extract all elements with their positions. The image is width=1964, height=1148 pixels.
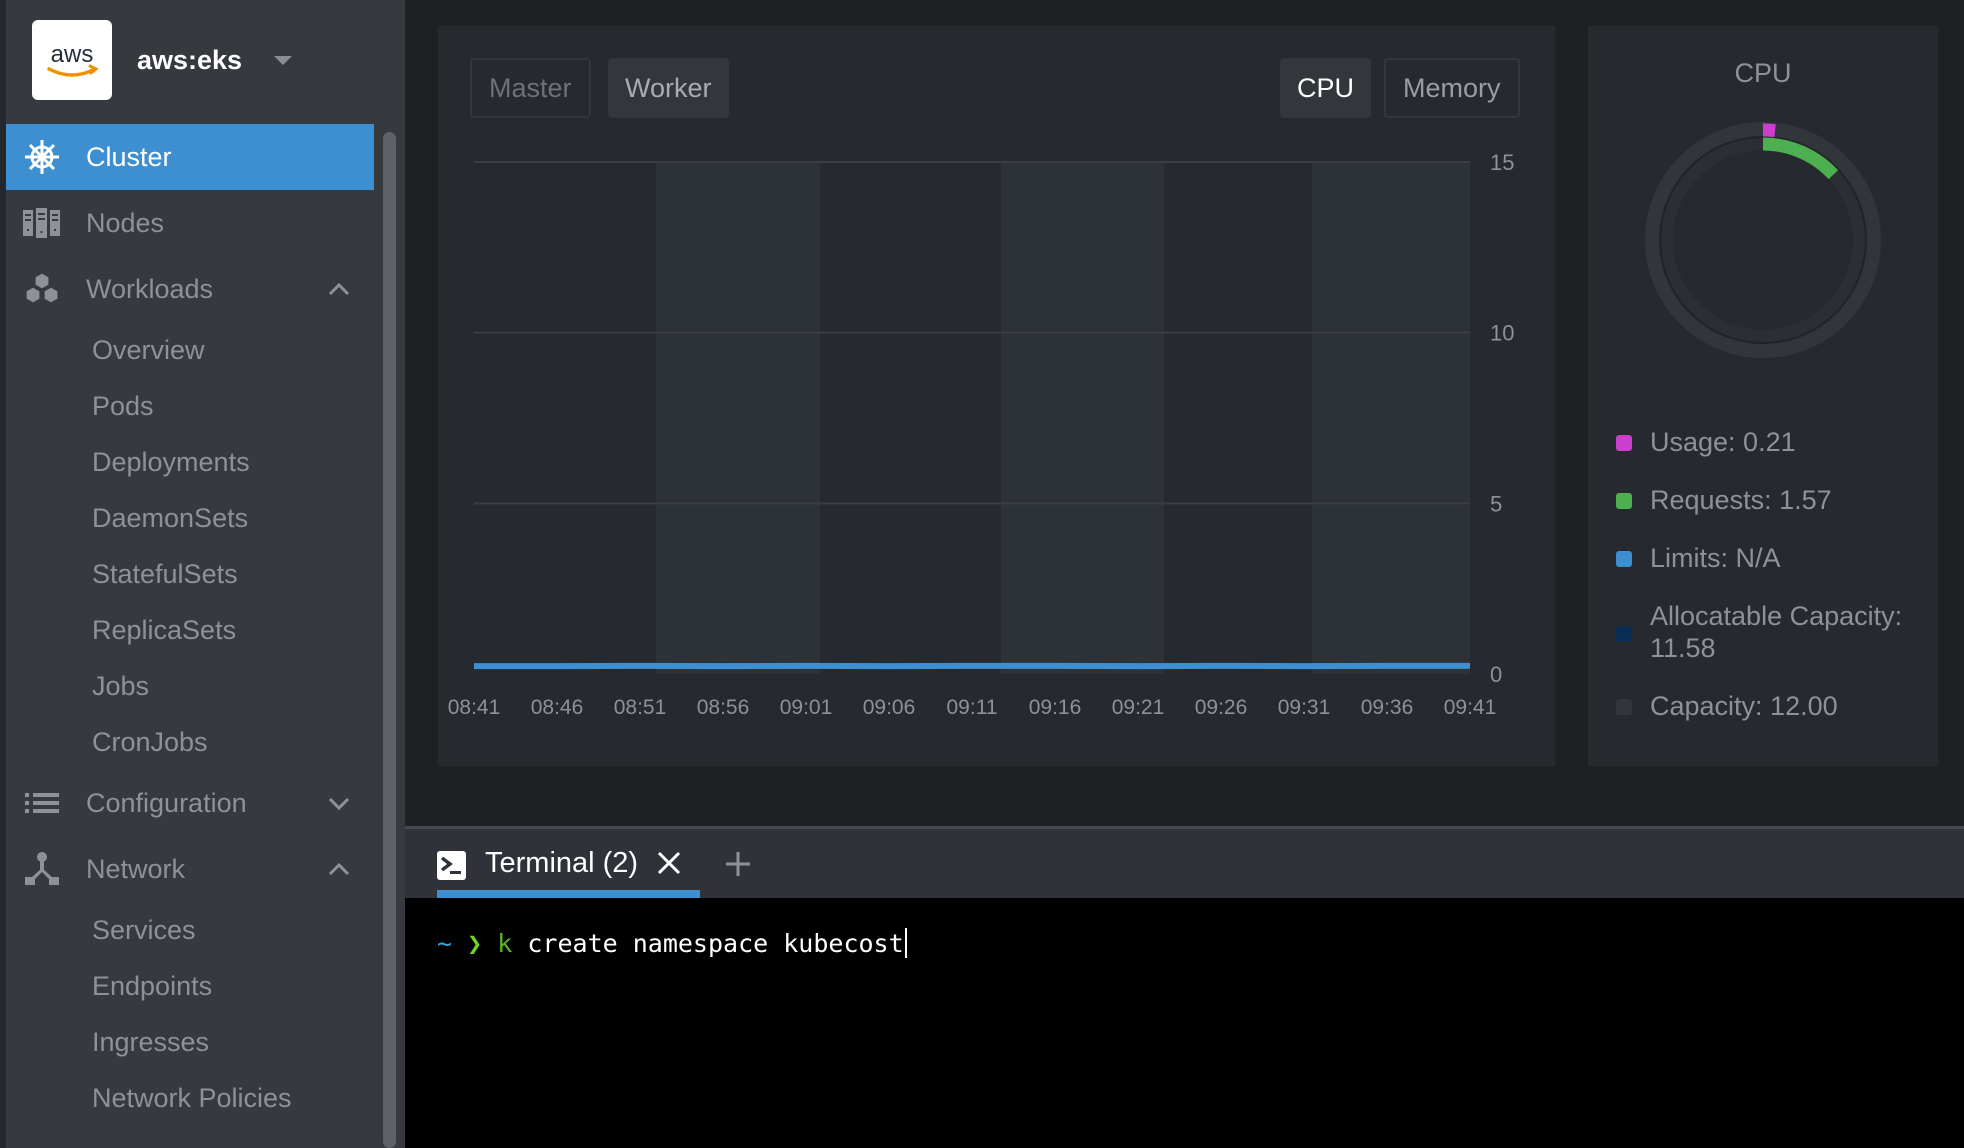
cluster-metrics-chart-panel: Master Worker CPU Memory 0 5 10 15 08:41 08:… — [438, 26, 1555, 766]
text-cursor — [904, 928, 907, 958]
terminal-tab-bar: Terminal (2) — [405, 829, 1964, 898]
cpu-line-chart: 0 5 10 15 08:41 08:46 08:51 08:56 09:01 09:06 09:… — [448, 150, 1515, 719]
x-tick-label: 09:31 — [1278, 696, 1331, 719]
legend-label: Requests: 1.57 — [1650, 485, 1832, 515]
sidebar-subitem-statefulsets[interactable]: StatefulSets — [6, 546, 374, 602]
svg-text:aws: aws — [51, 41, 94, 68]
network-icon — [22, 849, 62, 889]
legend-label: Allocatable Capacity: 11.58 — [1650, 601, 1903, 663]
sidebar: aws aws:eks Cluster Nodes Workloads Over… — [0, 0, 405, 1148]
chart-background-band — [820, 162, 1001, 674]
sidebar-subitem-jobs[interactable]: Jobs — [6, 658, 374, 714]
legend-limits: Limits: N/A — [1616, 542, 1926, 574]
legend-label: Usage: 0.21 — [1650, 427, 1796, 457]
legend-usage: Usage: 0.21 — [1616, 426, 1926, 458]
cpu-gauge-panel: CPU Usage: 0.21 Requests: 1.57 Limits: N… — [1588, 26, 1938, 766]
helm-wheel-icon — [22, 137, 62, 177]
requests-swatch — [1616, 493, 1632, 509]
aws-logo-icon: aws — [47, 41, 99, 77]
cubes-icon — [22, 269, 62, 309]
legend-requests: Requests: 1.57 — [1616, 484, 1926, 516]
x-tick-label: 09:21 — [1112, 696, 1165, 719]
sidebar-item-nodes[interactable]: Nodes — [6, 190, 374, 256]
caret-down-icon[interactable] — [274, 55, 293, 65]
x-tick-label: 09:11 — [947, 696, 998, 719]
terminal-prompt-line: ~ ❯ k create namespace kubecost — [437, 928, 907, 958]
chart-background-band — [656, 162, 820, 674]
cpu-donut-gauge — [1645, 122, 1881, 358]
capacity-ring — [1645, 122, 1881, 358]
allocatable-swatch — [1616, 626, 1632, 642]
x-tick-label: 09:26 — [1195, 696, 1248, 719]
x-tick-label: 09:01 — [780, 696, 833, 719]
active-tab-indicator — [437, 890, 700, 898]
aws-logo: aws — [32, 20, 112, 100]
sidebar-item-cluster[interactable]: Cluster — [6, 124, 374, 190]
chevron-up-icon[interactable] — [328, 278, 350, 300]
x-tick-label: 09:16 — [1029, 696, 1082, 719]
terminal-tab[interactable]: Terminal (2) — [437, 829, 700, 898]
x-tick-label: 09:36 — [1361, 696, 1414, 719]
x-tick-label: 08:51 — [614, 696, 667, 719]
sidebar-item-label: Workloads — [86, 273, 214, 304]
chart-background-band — [1001, 162, 1164, 674]
prompt-directory: ~ — [437, 928, 453, 958]
prompt-arrow: ❯ — [467, 928, 483, 958]
sidebar-subitem-replicasets[interactable]: ReplicaSets — [6, 602, 374, 658]
legend-label: Capacity: 12.00 — [1650, 691, 1838, 721]
add-terminal-icon[interactable] — [723, 849, 753, 879]
sidebar-subitem-deployments[interactable]: Deployments — [6, 434, 374, 490]
sidebar-item-label: Cluster — [86, 141, 172, 172]
chart-background-band — [474, 162, 656, 674]
sidebar-subitem-cronjobs[interactable]: CronJobs — [6, 714, 374, 770]
cluster-name: aws:eks — [137, 44, 243, 75]
sidebar-item-label: Network — [86, 853, 186, 884]
sidebar-subitem-pods[interactable]: Pods — [6, 378, 374, 434]
command-text: create namespace kubecost — [512, 928, 904, 958]
legend-allocatable-capacity: Allocatable Capacity: 11.58 — [1616, 600, 1926, 664]
cluster-header[interactable]: aws aws:eks — [32, 20, 293, 100]
sidebar-subitem-ingresses[interactable]: Ingresses — [6, 1014, 374, 1070]
y-tick-label: 15 — [1490, 150, 1514, 175]
usage-swatch — [1616, 435, 1632, 451]
capacity-swatch — [1616, 699, 1632, 715]
command-alias: k — [497, 928, 513, 958]
sidebar-item-workloads[interactable]: Workloads — [6, 256, 374, 322]
sidebar-item-label: Configuration — [86, 787, 247, 818]
terminal-body[interactable]: ~ ❯ k create namespace kubecost — [405, 898, 1964, 1148]
app-window: aws aws:eks Cluster Nodes Workloads Over… — [0, 0, 1964, 1148]
x-tick-label: 08:46 — [531, 696, 584, 719]
terminal-icon — [437, 851, 466, 880]
usage-arc — [1762, 123, 1776, 138]
chart-background-band — [1312, 162, 1470, 674]
sidebar-subitem-services[interactable]: Services — [6, 902, 374, 958]
sidebar-subitem-network-policies[interactable]: Network Policies — [6, 1070, 374, 1126]
legend-capacity: Capacity: 12.00 — [1616, 690, 1926, 722]
chevron-up-icon[interactable] — [328, 858, 350, 880]
sidebar-scrollbar[interactable] — [383, 132, 396, 1148]
terminal-tab-label: Terminal (2) — [485, 847, 639, 879]
sidebar-subitem-endpoints[interactable]: Endpoints — [6, 958, 374, 1014]
x-tick-label: 09:41 — [1444, 696, 1497, 719]
list-icon — [22, 783, 62, 823]
limits-swatch — [1616, 551, 1632, 567]
y-tick-label: 5 — [1490, 491, 1502, 516]
chart-background-band — [1164, 162, 1312, 674]
chevron-down-icon[interactable] — [328, 792, 350, 814]
sidebar-subitem-overview[interactable]: Overview — [6, 322, 374, 378]
x-tick-label: 08:56 — [697, 696, 750, 719]
x-tick-label: 09:06 — [863, 696, 916, 719]
x-tick-label: 08:41 — [448, 696, 501, 719]
close-icon[interactable] — [655, 849, 683, 877]
sidebar-item-network[interactable]: Network — [6, 836, 374, 902]
sidebar-subitem-daemonsets[interactable]: DaemonSets — [6, 490, 374, 546]
sidebar-item-label: Nodes — [86, 207, 165, 238]
y-tick-label: 10 — [1490, 321, 1514, 346]
sidebar-nav: Cluster Nodes Workloads Overview Pods De… — [6, 124, 374, 1126]
y-tick-label: 0 — [1490, 662, 1502, 687]
legend-label: Limits: N/A — [1650, 543, 1781, 573]
server-rack-icon — [22, 203, 62, 243]
gauge-legend: Usage: 0.21 Requests: 1.57 Limits: N/A A… — [1616, 426, 1926, 748]
sidebar-item-configuration[interactable]: Configuration — [6, 770, 374, 836]
